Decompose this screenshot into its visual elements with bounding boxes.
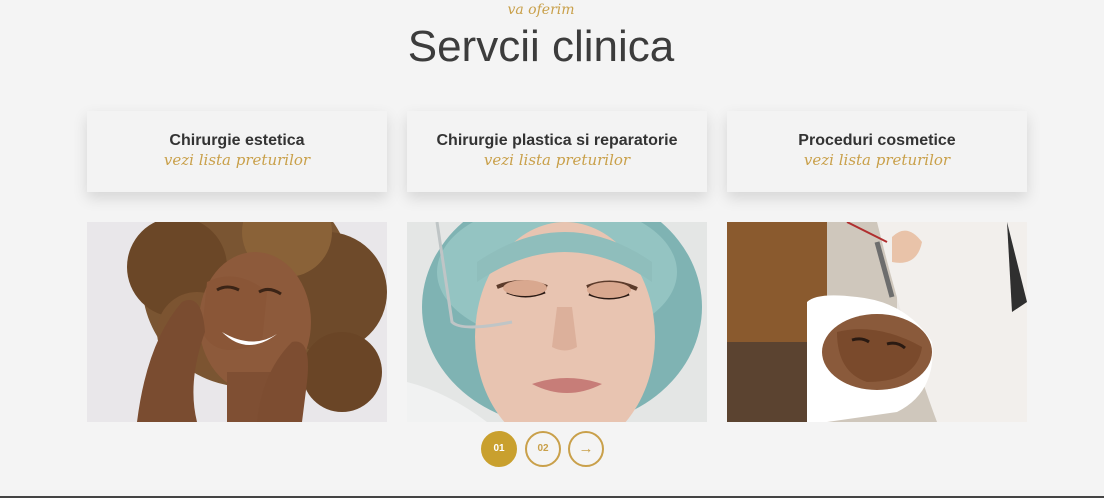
price-list-link[interactable]: vezi lista preturilor — [407, 151, 707, 169]
smiling-woman-image — [87, 222, 387, 422]
price-list-link[interactable]: vezi lista preturilor — [87, 151, 387, 169]
pagination-page-1[interactable]: 01 — [481, 431, 517, 467]
pagination-page-2[interactable]: 02 — [525, 431, 561, 467]
service-card-cosmetice[interactable]: Proceduri cosmetice vezi lista preturilo… — [727, 111, 1027, 192]
section-title: Servcii clinica — [407, 22, 675, 71]
card-title: Chirurgie plastica si reparatorie — [436, 132, 678, 149]
surgical-cap-woman-image — [407, 222, 707, 422]
service-photo-estetica[interactable] — [87, 222, 387, 422]
card-title: Proceduri cosmetice — [798, 132, 956, 149]
service-photo-plastica[interactable] — [407, 222, 707, 422]
pagination-next-arrow-icon[interactable]: → — [568, 431, 604, 467]
section-kicker: va oferim — [507, 2, 575, 18]
card-title: Chirurgie estetica — [169, 132, 305, 149]
facial-treatment-image — [727, 222, 1027, 422]
service-photo-cosmetice[interactable] — [727, 222, 1027, 422]
service-card-estetica[interactable]: Chirurgie estetica vezi lista preturilor — [87, 111, 387, 192]
price-list-link[interactable]: vezi lista preturilor — [727, 151, 1027, 169]
service-card-plastica[interactable]: Chirurgie plastica si reparatorie vezi l… — [407, 111, 707, 192]
